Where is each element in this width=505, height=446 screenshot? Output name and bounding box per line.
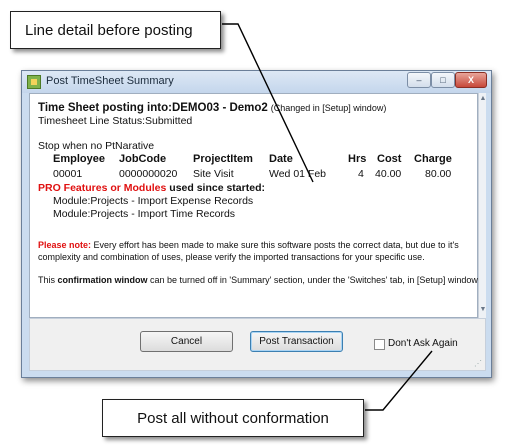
pointer-line-detail xyxy=(222,23,314,183)
pointer-post-all xyxy=(365,350,433,411)
callout-pointers xyxy=(222,23,433,411)
